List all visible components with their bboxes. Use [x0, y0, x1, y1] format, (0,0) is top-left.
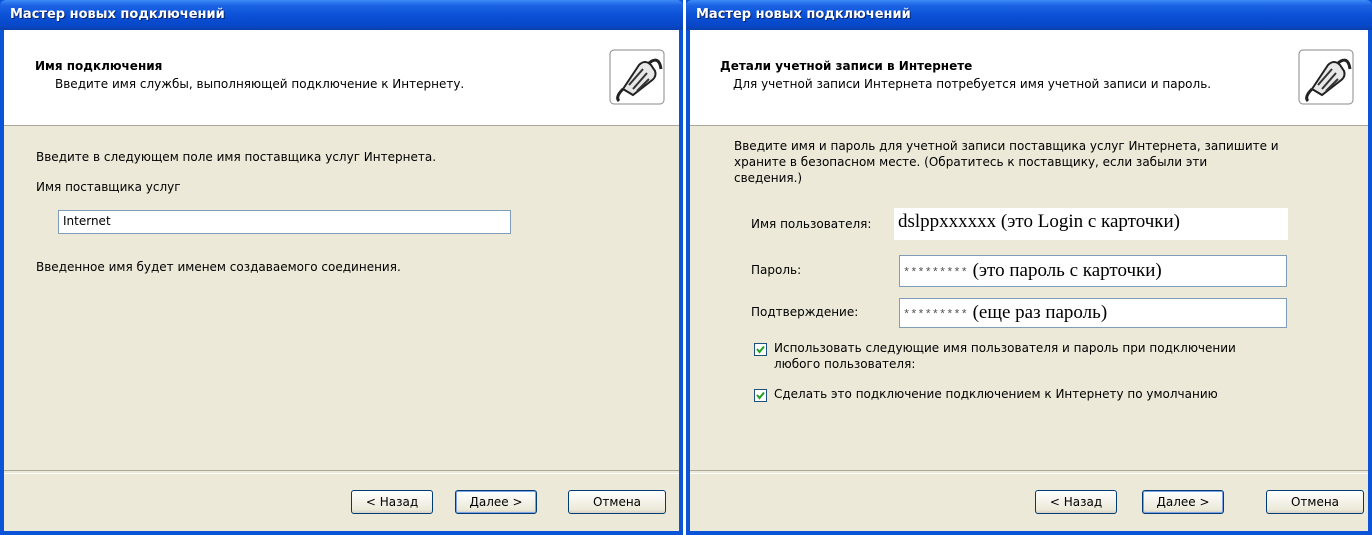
footer-separator [4, 470, 679, 474]
password-value: ********* (это пароль с карточки) [903, 260, 1162, 282]
password-input[interactable]: ********* (это пароль с карточки) [899, 255, 1287, 287]
checkbox1-label-line1[interactable]: Использовать следующие имя пользователя … [774, 341, 1236, 355]
next-button[interactable]: Далее > [455, 490, 537, 514]
intro-text-line1: Введите имя и пароль для учетной записи … [734, 139, 1279, 153]
confirm-mask: ********* [903, 308, 968, 322]
intro-text-line3: сведения.) [734, 171, 803, 185]
use-for-all-users-checkbox[interactable] [754, 343, 767, 356]
username-input[interactable]: dslppxxxxxx (это Login с карточки) [894, 208, 1288, 240]
cancel-button[interactable]: Отмена [1266, 490, 1364, 514]
footer-separator [690, 470, 1368, 474]
isp-name-input[interactable]: Internet [58, 210, 511, 234]
header-title: Имя подключения [35, 59, 163, 73]
username-label: Имя пользователя: [751, 217, 872, 231]
confirm-label: Подтверждение: [751, 305, 859, 319]
intro-text: Введите в следующем поле имя поставщика … [36, 150, 437, 164]
password-mask: ********* [903, 266, 968, 280]
window-title: Мастер новых подключений [10, 7, 225, 22]
network-cable-icon [609, 49, 665, 105]
username-value: dslppxxxxxx (это Login с карточки) [898, 211, 1180, 232]
next-button[interactable]: Далее > [1142, 490, 1224, 514]
note-text: Введенное имя будет именем создаваемого … [36, 260, 401, 274]
confirm-value: ********* (еще раз пароль) [903, 302, 1107, 324]
network-cable-icon [1298, 49, 1354, 105]
back-button[interactable]: < Назад [1035, 490, 1117, 514]
cancel-button[interactable]: Отмена [568, 490, 666, 514]
default-connection-checkbox[interactable] [754, 389, 767, 402]
wizard-window-connection-name: Мастер новых подключений Имя подключения… [0, 0, 683, 535]
password-note: (это пароль с карточки) [972, 260, 1162, 281]
window-title: Мастер новых подключений [696, 7, 911, 22]
header-title: Детали учетной записи в Интернете [720, 59, 973, 73]
checkmark-icon [756, 391, 765, 400]
title-bar[interactable]: Мастер новых подключений [0, 0, 683, 30]
checkmark-icon [756, 345, 765, 354]
confirm-note: (еще раз пароль) [972, 302, 1108, 323]
wizard-client-area: Имя подключения Введите имя службы, выпо… [4, 30, 679, 531]
header-subtitle: Для учетной записи Интернета потребуется… [733, 77, 1212, 91]
wizard-client-area: Детали учетной записи в Интернете Для уч… [690, 30, 1368, 531]
intro-text-line2: храните в безопасном месте. (Обратитесь … [734, 155, 1208, 169]
checkbox1-label-line2: любого пользователя: [774, 357, 916, 371]
wizard-header: Детали учетной записи в Интернете Для уч… [690, 30, 1368, 126]
confirm-password-input[interactable]: ********* (еще раз пароль) [899, 298, 1287, 328]
header-subtitle: Введите имя службы, выполняющей подключе… [55, 77, 465, 91]
password-label: Пароль: [751, 263, 802, 277]
title-bar[interactable]: Мастер новых подключений [686, 0, 1372, 30]
isp-field-label: Имя поставщика услуг [36, 180, 181, 194]
wizard-window-account-details: Мастер новых подключений Детали учетной … [686, 0, 1372, 535]
back-button[interactable]: < Назад [351, 490, 433, 514]
checkbox2-label[interactable]: Сделать это подключение подключением к И… [774, 387, 1218, 401]
wizard-header: Имя подключения Введите имя службы, выпо… [4, 30, 679, 126]
isp-name-value: Internet [63, 214, 111, 228]
